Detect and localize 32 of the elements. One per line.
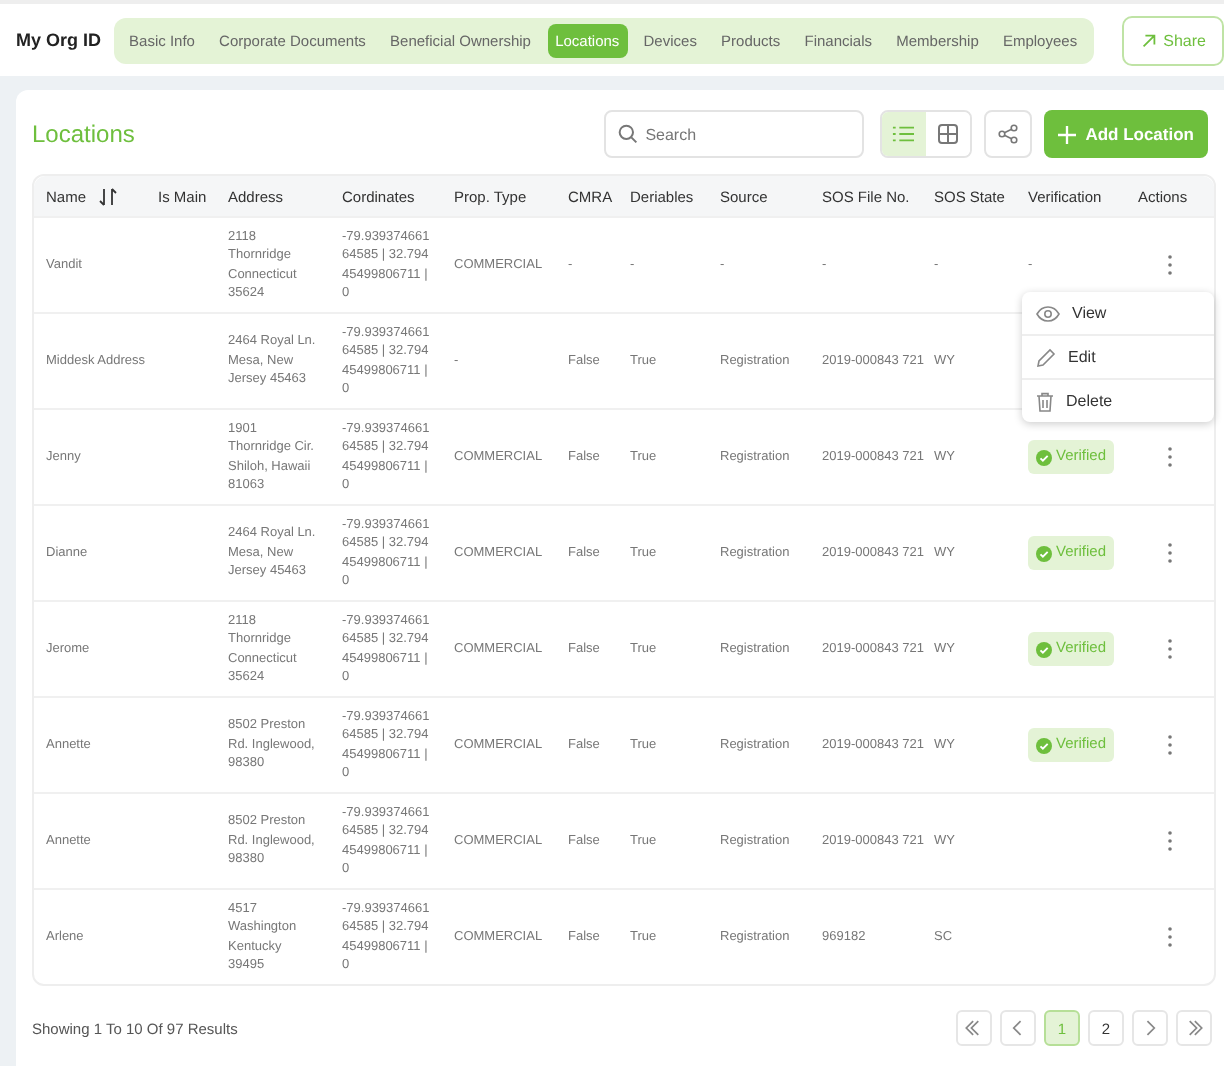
prev-page-button[interactable] bbox=[1000, 1010, 1036, 1046]
grid-icon bbox=[937, 124, 958, 144]
page-title: My Org ID bbox=[16, 30, 102, 50]
more-icon[interactable] bbox=[1166, 638, 1174, 660]
eye-icon bbox=[1036, 305, 1060, 321]
pencil-icon bbox=[1036, 347, 1056, 367]
more-icon[interactable] bbox=[1166, 830, 1174, 852]
search-field[interactable]: Search bbox=[603, 110, 864, 158]
check-icon bbox=[1036, 737, 1052, 753]
check-icon bbox=[1036, 449, 1052, 465]
first-page-button[interactable] bbox=[956, 1010, 992, 1046]
check-icon bbox=[1036, 545, 1052, 561]
more-icon[interactable] bbox=[1166, 254, 1174, 276]
share-icon bbox=[997, 124, 1018, 144]
menu-item[interactable]: View bbox=[1022, 292, 1214, 334]
more-icon[interactable] bbox=[1166, 542, 1174, 564]
check-icon bbox=[1036, 641, 1052, 657]
more-icon[interactable] bbox=[1166, 446, 1174, 468]
next-page-button[interactable] bbox=[1132, 1010, 1168, 1046]
section-title: Locations bbox=[32, 120, 137, 148]
trash-icon bbox=[1036, 391, 1054, 411]
more-icon[interactable] bbox=[1166, 734, 1174, 756]
plus-icon bbox=[1057, 125, 1076, 143]
menu-item[interactable]: Delete bbox=[1022, 378, 1214, 422]
sort-icon[interactable] bbox=[98, 187, 119, 205]
more-icon[interactable] bbox=[1166, 926, 1174, 948]
list-icon bbox=[892, 124, 915, 144]
search-icon bbox=[617, 124, 638, 144]
menu-item[interactable]: Edit bbox=[1022, 334, 1214, 378]
last-page-button[interactable] bbox=[1176, 1010, 1212, 1046]
share-icon-button[interactable] bbox=[983, 110, 1032, 158]
arrow-icon bbox=[1139, 31, 1158, 49]
